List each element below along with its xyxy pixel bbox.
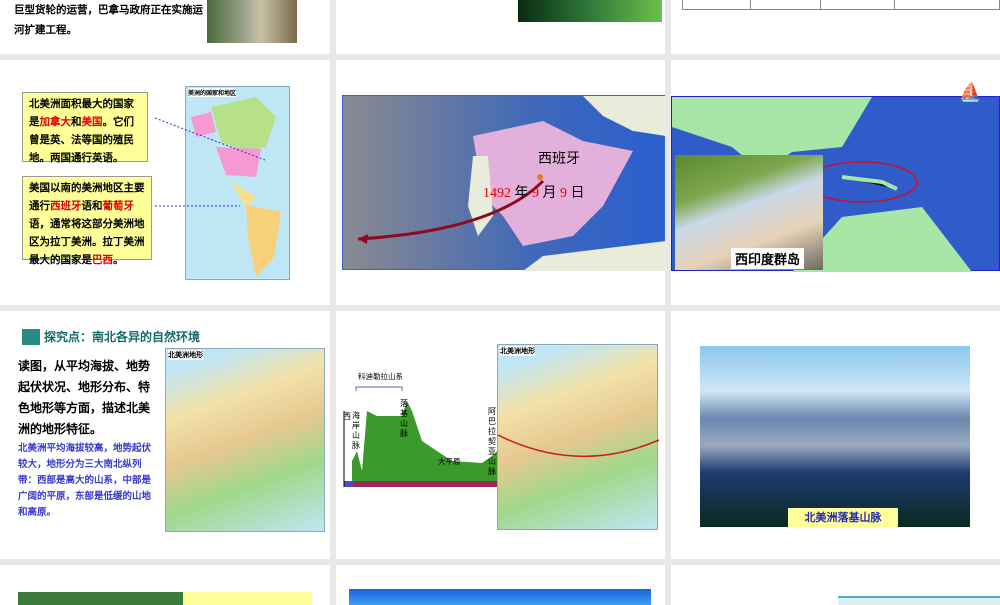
slide-thumbnail-10[interactable]: [0, 565, 330, 605]
answer-text: 北美洲平均海拔较高，地势起伏较大，地形分为三大南北纵列带：西部是高大的山系，中部…: [18, 443, 152, 518]
coast-range-label: 海岸山脉: [352, 411, 360, 450]
plain-label: 大平原: [438, 457, 461, 466]
slide-thumbnail-6[interactable]: 西印度群岛 ⛵: [671, 60, 1000, 305]
table: [682, 0, 1000, 10]
ship-icon: ⛵: [959, 82, 982, 103]
blue-image: [349, 589, 651, 605]
question-text: 读图，从平均海拔、地势起伏状况、地形分布、特色地形等方面，描述北美洲的地形特征。: [18, 359, 151, 436]
slide-thumbnail-5[interactable]: 西班牙 1492 年 9 月 9 日: [336, 60, 665, 305]
slide-thumbnail-3[interactable]: [671, 0, 1000, 54]
forest-photo: [518, 0, 662, 22]
slide-thumbnail-1[interactable]: 巨型货轮的运营，巴拿马政府正在实施运河扩建工程。: [0, 0, 330, 54]
pointer-arrows: [154, 117, 266, 207]
date-label: 1492 年 9 月 9 日: [483, 186, 585, 201]
teal-image: [838, 596, 1000, 605]
rocky-label: 落基山脉: [400, 399, 408, 438]
slide-text: 巨型货轮的运营，巴拿马政府正在实施运河扩建工程。: [14, 4, 203, 36]
textbox: [183, 592, 312, 605]
slide-thumbnail-7[interactable]: 探究点：南北各异的自然环境 读图，从平均海拔、地势起伏状况、地形分布、特色地形等…: [0, 311, 330, 559]
slide-thumbnail-8[interactable]: 科迪勒拉山系 西 海岸山脉 落基山脉 大平原 阿巴拉契亚山脉 东 3000200…: [336, 311, 665, 559]
appalachian-label: 阿巴拉契亚山脉: [488, 407, 496, 476]
rocky-mountains-photo: [700, 346, 970, 527]
north-america-terrain-map: 北美洲地形: [497, 344, 659, 530]
slide-thumbnail-4[interactable]: 北美洲面积最大的国家是加拿大和美国。它们曾是英、法等国的殖民地。两国通行英语。 …: [0, 60, 330, 305]
map-title: 北美洲地形: [168, 350, 203, 360]
canal-photo: [207, 0, 297, 43]
caption: 西印度群岛: [731, 248, 805, 269]
west-label: 西: [343, 412, 351, 421]
photo: [18, 592, 183, 605]
section-icon: [22, 329, 40, 345]
country-label: 西班牙: [538, 151, 580, 167]
slide-thumbnail-11[interactable]: [336, 565, 665, 605]
spain-map: 西班牙 1492 年 9 月 9 日: [342, 95, 665, 271]
slide-thumbnail-9[interactable]: 北美洲落基山脉: [671, 311, 1000, 559]
slide-thumbnail-12[interactable]: [671, 565, 1000, 605]
north-america-terrain-map: 北美洲地形: [165, 348, 325, 532]
photo-caption: 北美洲落基山脉: [788, 508, 898, 527]
slide-thumbnail-2[interactable]: [336, 0, 665, 54]
section-header: 探究点：南北各异的自然环境: [44, 330, 201, 344]
